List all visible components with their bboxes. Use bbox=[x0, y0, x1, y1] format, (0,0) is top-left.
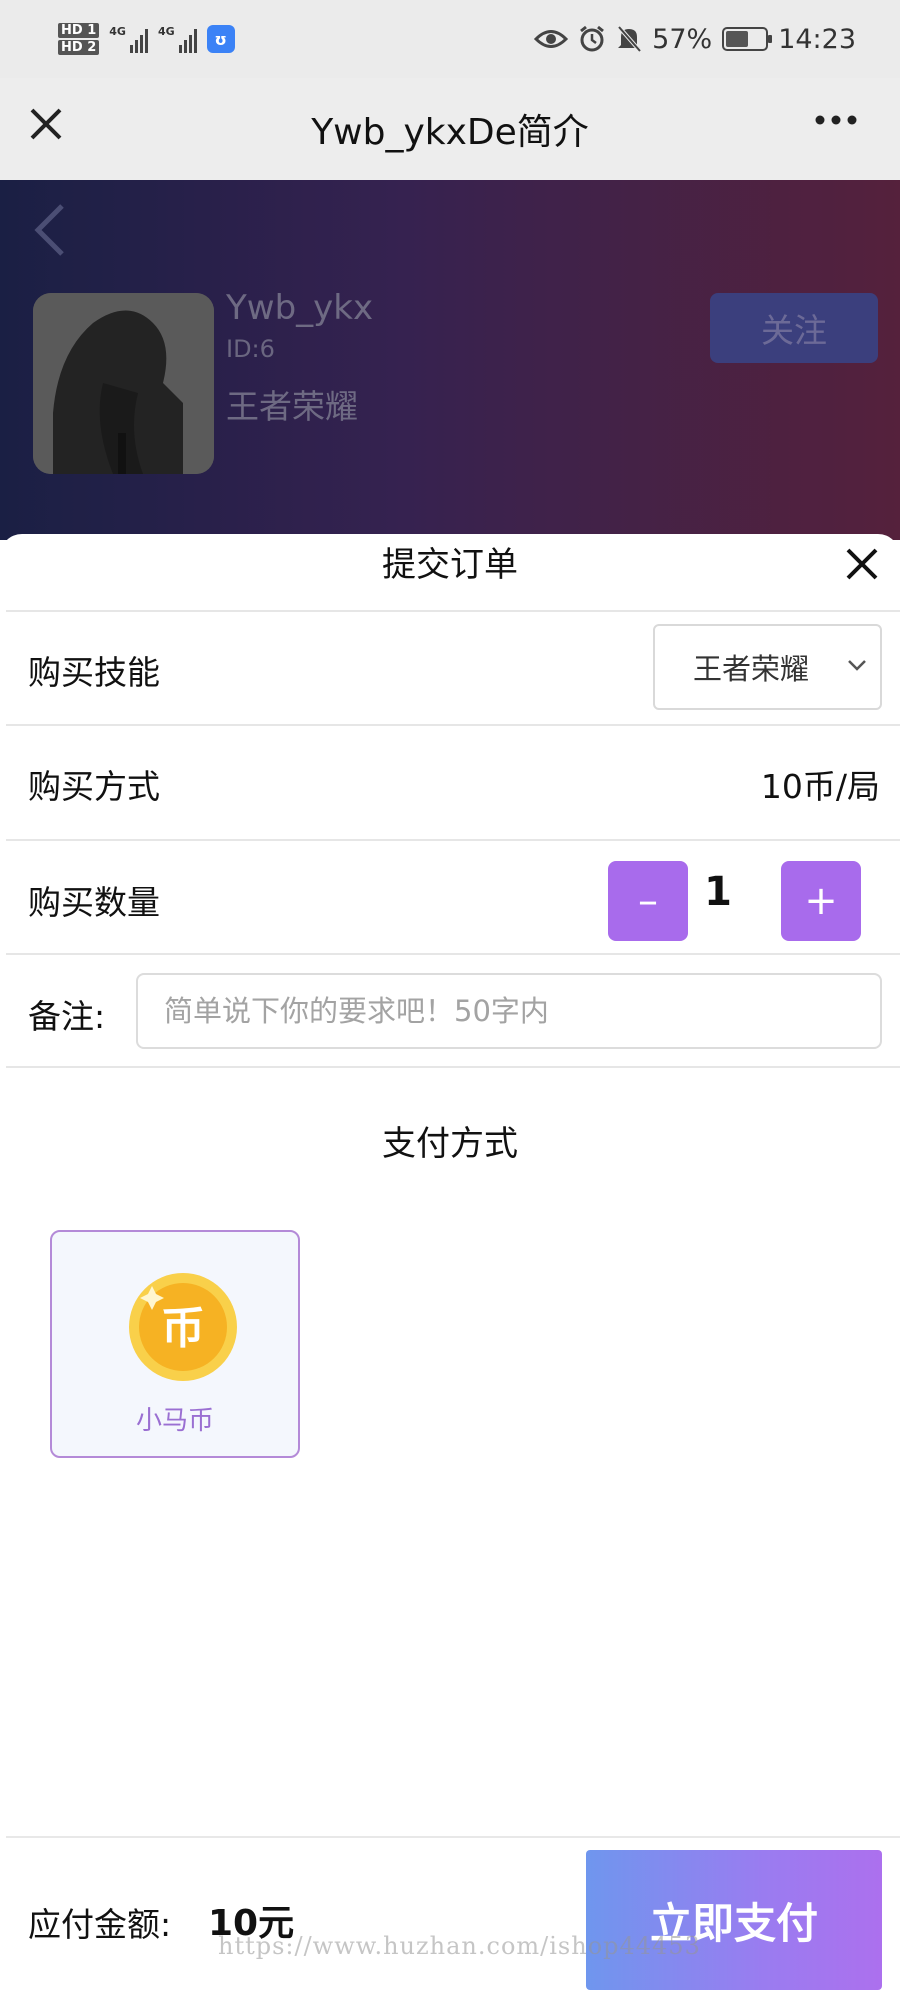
alarm-icon bbox=[580, 25, 605, 52]
hd-indicators: HD 1 HD 2 bbox=[58, 22, 100, 56]
hd1-badge: HD 1 bbox=[58, 23, 100, 38]
title-bar: Ywb_ykxDe简介 bbox=[0, 78, 900, 180]
status-bar: HD 1 HD 2 4G 4G ʊ 57% 14:23 bbox=[0, 0, 900, 78]
quantity-label: 购买数量 bbox=[28, 883, 160, 922]
quantity-decrement-button[interactable]: – bbox=[608, 861, 688, 941]
watermark-text: https://www.huzhan.com/ishop44453 bbox=[218, 1932, 701, 1960]
sheet-close-icon[interactable] bbox=[840, 542, 884, 586]
battery-fill bbox=[726, 31, 748, 47]
coin-icon: 币 bbox=[129, 1273, 237, 1381]
signal-icon: 4G bbox=[109, 25, 148, 53]
divider bbox=[6, 839, 900, 841]
payment-method-label: 小马币 bbox=[135, 1406, 214, 1436]
status-left: HD 1 HD 2 4G 4G ʊ bbox=[58, 22, 235, 56]
divider bbox=[6, 953, 900, 955]
payment-method-card[interactable]: 币 小马币 bbox=[50, 1230, 300, 1458]
profile-name: Ywb_ykx bbox=[226, 288, 374, 328]
close-icon[interactable] bbox=[26, 104, 66, 144]
pay-now-button[interactable]: 立即支付 bbox=[586, 1850, 882, 1990]
signal-icon-2: 4G bbox=[158, 25, 197, 53]
payment-heading: 支付方式 bbox=[382, 1124, 518, 1164]
profile-id: ID:6 bbox=[226, 335, 275, 363]
status-right: 57% 14:23 bbox=[534, 24, 856, 55]
divider bbox=[6, 1066, 900, 1068]
follow-button[interactable]: 关注 bbox=[710, 293, 878, 363]
note-input[interactable] bbox=[136, 973, 882, 1049]
note-label: 备注: bbox=[28, 997, 106, 1036]
battery-icon bbox=[722, 27, 773, 51]
chevron-down-icon bbox=[848, 660, 866, 671]
eye-icon bbox=[534, 30, 569, 48]
svg-text:币: 币 bbox=[161, 1303, 205, 1354]
method-label: 购买方式 bbox=[28, 767, 160, 806]
profile-header: Ywb_ykx ID:6 王者荣耀 关注 bbox=[0, 180, 900, 540]
back-arrow-icon[interactable] bbox=[30, 200, 70, 260]
divider bbox=[6, 724, 900, 726]
quantity-value: 1 bbox=[704, 869, 732, 915]
clock: 14:23 bbox=[778, 23, 856, 55]
more-icon[interactable] bbox=[806, 100, 866, 140]
divider bbox=[6, 610, 900, 612]
skill-select[interactable]: 王者荣耀 bbox=[653, 624, 882, 710]
app-root: HD 1 HD 2 4G 4G ʊ 57% 14:23 Ywb_ykxDe简介 … bbox=[0, 0, 900, 2000]
method-value: 10币/局 bbox=[760, 767, 880, 806]
order-sheet: 提交订单 购买技能 王者荣耀 购买方式 10币/局 购买数量 – 1 + 备注:… bbox=[0, 534, 900, 2000]
profile-game: 王者荣耀 bbox=[226, 387, 358, 426]
page-title: Ywb_ykxDe简介 bbox=[311, 112, 589, 153]
quantity-increment-button[interactable]: + bbox=[781, 861, 861, 941]
battery-percent: 57% bbox=[652, 23, 713, 55]
mute-bell-icon bbox=[617, 25, 642, 53]
skill-label: 购买技能 bbox=[28, 653, 160, 692]
hd2-badge: HD 2 bbox=[58, 40, 100, 55]
avatar bbox=[33, 293, 214, 474]
network-type-label-2: 4G bbox=[157, 25, 175, 38]
amount-label: 应付金额: bbox=[28, 1905, 172, 1944]
avatar-silhouette-icon bbox=[33, 293, 214, 474]
network-type-label: 4G bbox=[109, 25, 126, 38]
app-notification-icon: ʊ bbox=[206, 25, 235, 53]
skill-select-value: 王者荣耀 bbox=[693, 652, 810, 686]
footer-divider bbox=[6, 1836, 900, 1838]
sheet-title: 提交订单 bbox=[382, 545, 518, 585]
